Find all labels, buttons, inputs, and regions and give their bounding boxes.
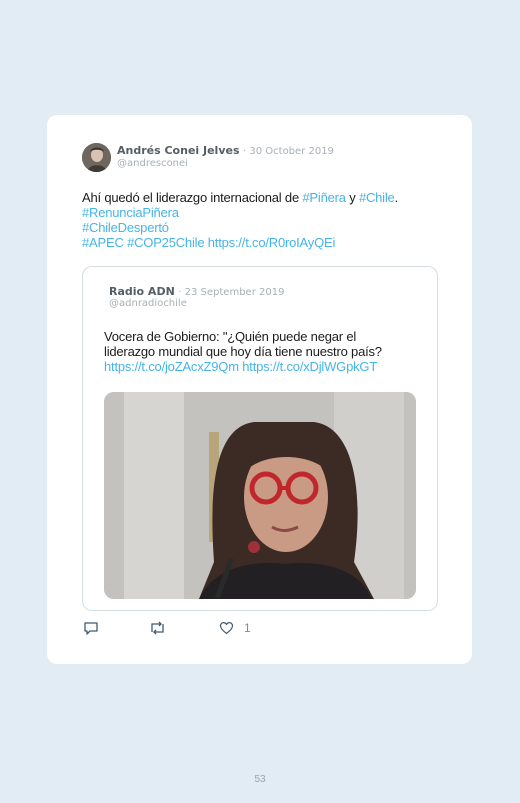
quoted-author-line: Radio ADN · 23 September 2019: [109, 285, 284, 298]
quoted-text: Vocera de Gobierno: "¿Quién puede negar …: [104, 329, 424, 374]
quoted-handle[interactable]: @adnradiochile: [109, 298, 187, 309]
tweet-date: · 30 October 2019: [243, 146, 334, 157]
tweet-line: #RenunciaPiñera: [82, 205, 442, 220]
retweet-button[interactable]: [149, 620, 166, 636]
quoted-photo[interactable]: [104, 392, 416, 599]
tweet-text-segment: y: [345, 190, 359, 205]
like-button[interactable]: 1: [219, 620, 251, 636]
like-count: 1: [244, 621, 251, 635]
quoted-text-segment: liderazgo mundial que hoy día tiene nues…: [104, 344, 382, 359]
avatar-image: [82, 143, 111, 172]
photo-illustration: [104, 392, 416, 599]
quoted-tweet[interactable]: Radio ADN · 23 September 2019 @adnradioc…: [82, 266, 438, 611]
hashtag-link[interactable]: #COP25Chile: [127, 235, 204, 250]
reply-button[interactable]: [83, 620, 99, 636]
quoted-author-name[interactable]: Radio ADN: [109, 285, 175, 298]
page-number: 53: [254, 774, 266, 785]
url-link[interactable]: https://t.co/R0roIAyQEi: [208, 235, 336, 250]
url-link[interactable]: https://t.co/joZAcxZ9Qm: [104, 359, 239, 374]
tweet-text: Ahí quedó el liderazgo internacional de …: [82, 190, 442, 250]
heart-icon: [219, 621, 234, 635]
tweet-line: Ahí quedó el liderazgo internacional de …: [82, 190, 442, 205]
author-name[interactable]: Andrés Conei Jelves: [117, 144, 240, 157]
hashtag-link[interactable]: #Chile: [359, 190, 395, 205]
tweet-line: #ChileDespertó: [82, 220, 442, 235]
quoted-line: Vocera de Gobierno: "¿Quién puede negar …: [104, 329, 424, 344]
hashtag-link[interactable]: #Piñera: [302, 190, 346, 205]
quoted-date: · 23 September 2019: [178, 287, 285, 298]
tweet-text-segment: .: [394, 190, 399, 205]
quoted-line: liderazgo mundial que hoy día tiene nues…: [104, 344, 424, 359]
tweet-line: #APEC #COP25Chile https://t.co/R0roIAyQE…: [82, 235, 442, 250]
hashtag-link[interactable]: #RenunciaPiñera: [82, 205, 179, 220]
tweet-text-segment: Ahí quedó el liderazgo internacional de: [82, 190, 303, 205]
reply-icon: [84, 622, 98, 635]
retweet-icon: [151, 621, 164, 635]
author-handle[interactable]: @andresconei: [117, 158, 188, 169]
author-line: Andrés Conei Jelves · 30 October 2019: [117, 144, 334, 157]
hashtag-link[interactable]: #APEC: [82, 235, 124, 250]
quoted-line: https://t.co/joZAcxZ9Qm https://t.co/xDj…: [104, 359, 424, 374]
avatar[interactable]: [82, 143, 111, 172]
tweet-actions: 1: [83, 620, 283, 636]
url-link[interactable]: https://t.co/xDjlWGpkGT: [242, 359, 377, 374]
tweet-card: Andrés Conei Jelves · 30 October 2019 @a…: [47, 115, 472, 664]
hashtag-link[interactable]: #ChileDespertó: [82, 220, 169, 235]
quoted-text-segment: Vocera de Gobierno: "¿Quién puede negar …: [104, 329, 357, 344]
